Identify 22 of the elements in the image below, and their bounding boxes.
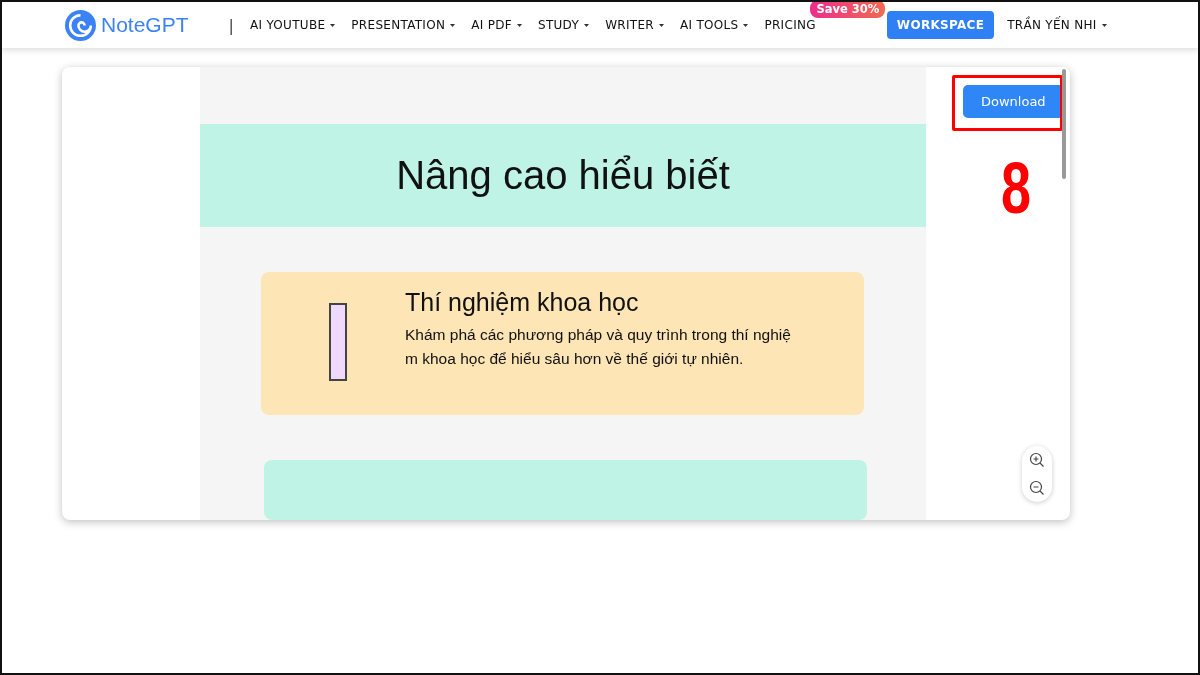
slide-title: Nâng cao hiểu biết (396, 153, 730, 198)
caret-icon (1100, 22, 1108, 28)
scrollbar[interactable] (1062, 69, 1066, 179)
user-menu[interactable]: TRẦN YẾN NHI (1007, 18, 1108, 32)
step-number: 8 (1001, 147, 1032, 229)
rectangle-icon (329, 303, 347, 381)
nav-menu-item[interactable]: WRITER (605, 18, 665, 32)
zoom-in-icon[interactable] (1029, 452, 1045, 468)
logo-icon[interactable] (64, 8, 97, 42)
nav-menu-item[interactable]: AI PDF (471, 18, 523, 32)
workspace-button[interactable]: WORKSPACE (886, 11, 995, 39)
card-text: Khám phá các phương pháp và quy trình trong thí nghiệ m khoa học để hiểu sâu hơn về thế giới tự nhiên. (405, 325, 791, 369)
discount-badge: Save 30% (810, 2, 886, 18)
nav-menu-item[interactable]: AI YOUTUBE (249, 18, 337, 32)
nav-menu-item[interactable]: PRICING (764, 18, 816, 32)
nav-menu-item[interactable]: AI TOOLS (679, 18, 750, 32)
card-heading: Thí nghiệm khoa học (405, 288, 640, 317)
nav-separator: | (228, 15, 234, 35)
nav-menu-item[interactable]: STUDY (538, 18, 591, 32)
zoom-out-icon[interactable] (1029, 480, 1045, 496)
brand-name[interactable]: NoteGPT (101, 13, 189, 37)
nav-menu-item[interactable]: PRESENTATION (351, 18, 457, 32)
